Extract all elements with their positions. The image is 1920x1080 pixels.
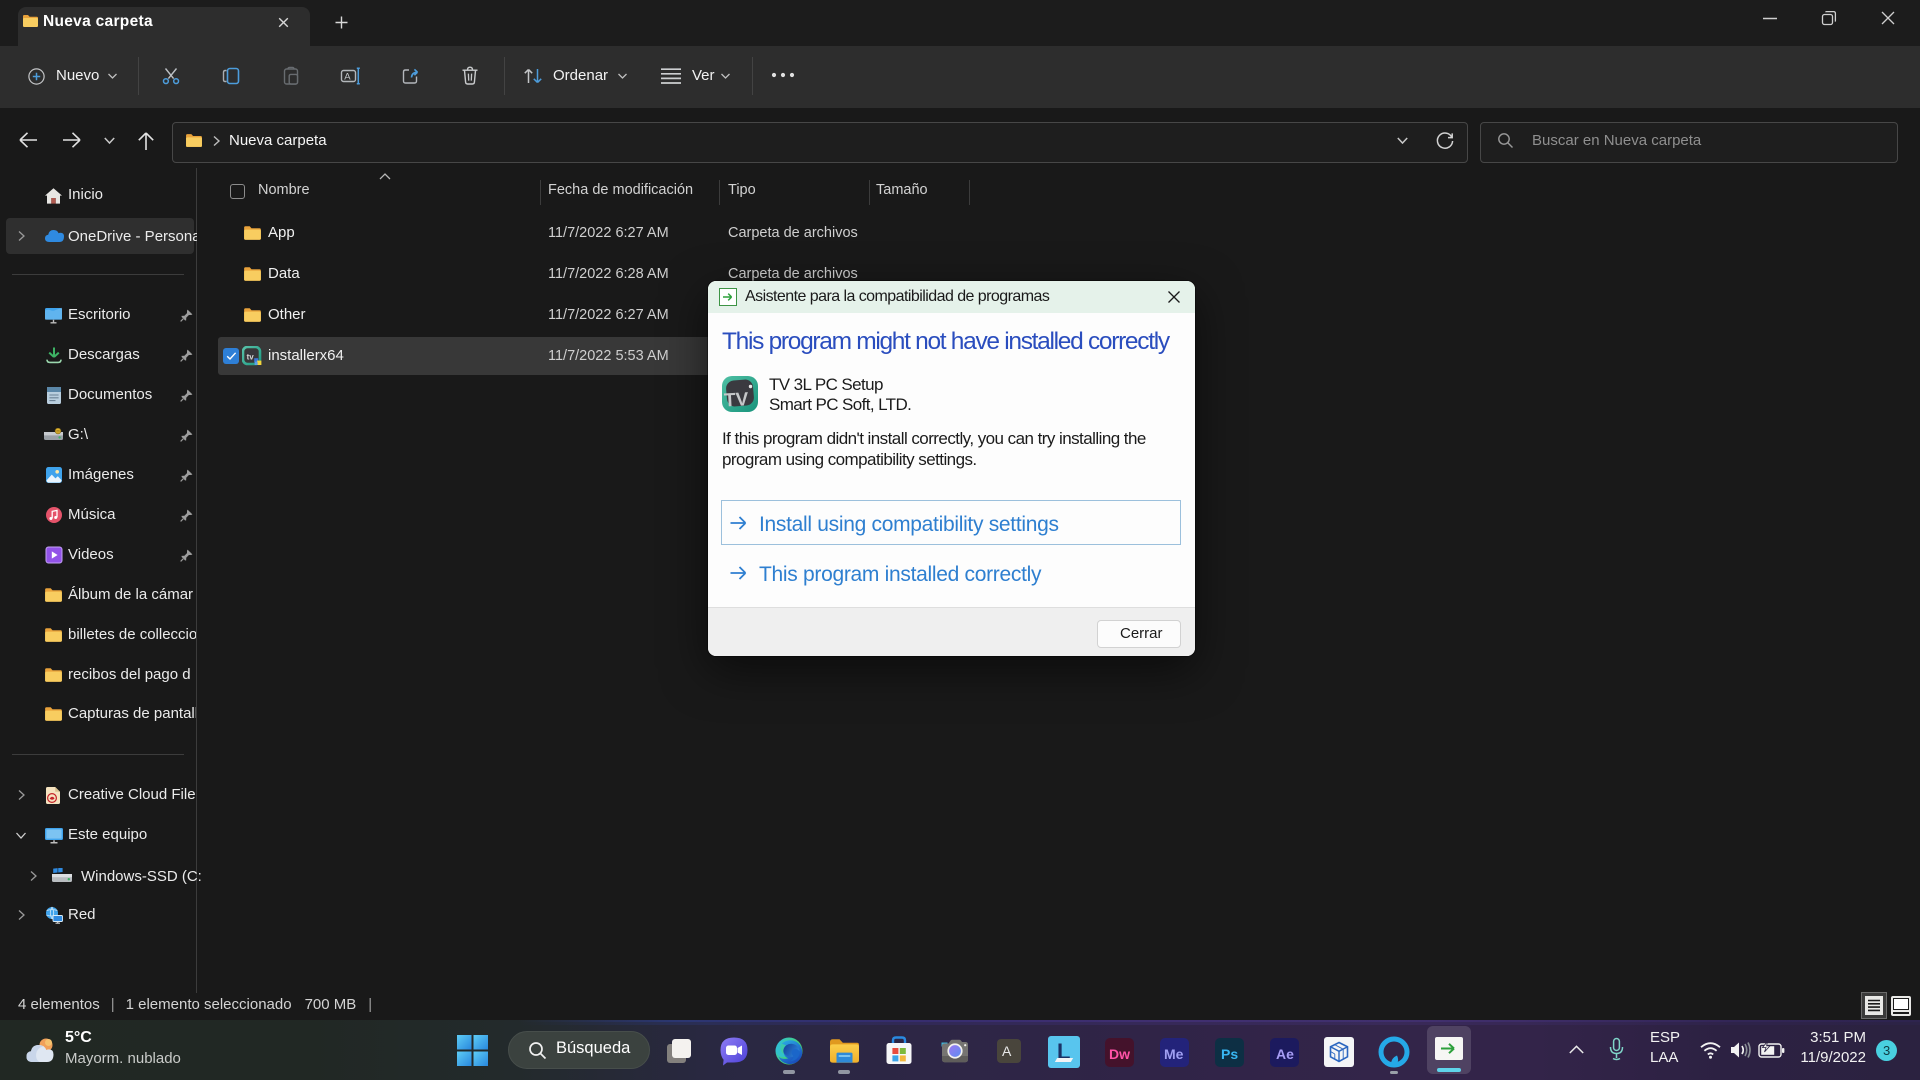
svg-text:tv: tv: [247, 353, 255, 362]
svg-text:A: A: [344, 71, 351, 82]
svg-text:TV: TV: [724, 389, 750, 411]
